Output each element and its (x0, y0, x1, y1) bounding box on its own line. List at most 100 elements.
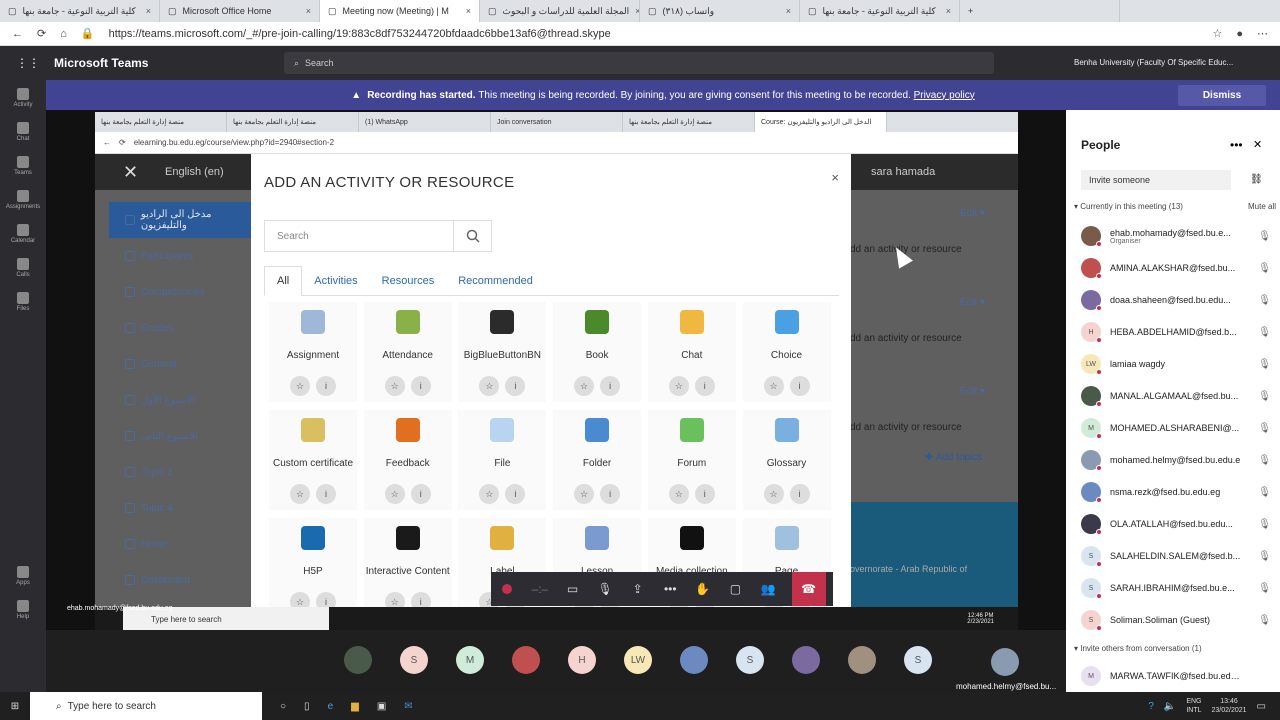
mic-off-icon[interactable]: 🎙 (1258, 327, 1271, 338)
notification-icon[interactable]: ▭ (1257, 701, 1266, 712)
edge-icon[interactable]: e (328, 701, 334, 712)
mail-icon[interactable]: ✉ (404, 701, 412, 712)
app-grid-icon[interactable]: ⋮⋮ (16, 56, 40, 70)
mic-off-icon[interactable]: 🎙 (1258, 359, 1271, 370)
volume-icon[interactable]: 🔈 (1164, 701, 1176, 712)
participant-row[interactable]: M MARWA.TAWFIK@fsed.bu.edu.eg (1081, 660, 1271, 692)
rail-item-files[interactable]: Files (17, 292, 29, 312)
browser-tab[interactable]: ▢ (٣١٨) واتساب × (640, 0, 800, 22)
store-icon[interactable]: ▣ (377, 701, 386, 712)
back-icon[interactable]: ← (12, 28, 23, 40)
privacy-link[interactable]: Privacy policy (914, 90, 975, 101)
star-icon[interactable]: ☆ (1212, 27, 1222, 40)
video-gallery: mohamed.helmy@fsed.bu... S M H LW S S (46, 630, 1066, 692)
close-icon[interactable]: × (786, 6, 791, 16)
home-icon[interactable]: ⌂ (60, 28, 67, 40)
mic-off-icon[interactable]: 🎙 (1258, 455, 1271, 466)
task-view-icon[interactable]: ▯ (304, 701, 310, 712)
lang-indicator[interactable]: ENG INTL (1186, 697, 1201, 715)
profile-icon[interactable]: ● (1236, 28, 1243, 40)
participant-row[interactable]: MANAL.ALGAMAAL@fsed.bu... 🎙 (1081, 380, 1271, 412)
participant-row[interactable]: nsma.rezk@fsed.bu.edu.eg 🎙 (1081, 476, 1271, 508)
close-icon[interactable]: × (146, 6, 151, 16)
reload-icon[interactable]: ⟳ (37, 27, 46, 40)
mic-off-icon[interactable]: 🎙 (1258, 423, 1271, 434)
mic-off-icon[interactable]: 🎙 (1258, 231, 1271, 242)
menu-icon[interactable]: ⋯ (1257, 27, 1268, 40)
raise-hand-icon[interactable]: ✋ (694, 582, 712, 596)
participant-row[interactable]: S SARAH.IBRAHIM@fsed.bu.e... 🎙 (1081, 572, 1271, 604)
mic-off-icon[interactable]: 🎙 (1258, 551, 1271, 562)
rail-item-calls[interactable]: Calls (16, 258, 30, 278)
windows-start-icon[interactable]: ⊞ (0, 701, 30, 712)
invite-input[interactable]: Invite someone (1081, 170, 1231, 190)
participant-row[interactable]: H HEBA.ABDELHAMID@fsed.b... 🎙 (1081, 316, 1271, 348)
cortana-icon[interactable]: ○ (280, 701, 286, 712)
activity-actions: ☆i (763, 484, 810, 504)
participant-row[interactable]: mohamed.helmy@fsed.bu.edu.eg 🎙 (1081, 444, 1271, 476)
link-icon[interactable]: ⛓ (1250, 174, 1263, 185)
rail-item-chat[interactable]: Chat (17, 122, 29, 142)
moodle-nav-label: Grades (141, 322, 174, 334)
participant-row[interactable]: AMINA.ALAKSHAR@fsed.bu... 🎙 (1081, 252, 1271, 284)
share-icon[interactable]: ⇪ (629, 582, 647, 596)
org-name[interactable]: Benha University (Faculty Of Specific Ed… (1074, 58, 1233, 67)
rail-item-apps[interactable]: Apps (16, 566, 30, 586)
participant-row[interactable]: S SALAHELDIN.SALEM@fsed.b... 🎙 (1081, 540, 1271, 572)
search-input[interactable]: ⌕ Search (284, 52, 994, 74)
activity-item: File ☆ i (458, 410, 547, 510)
rail-item-calendar[interactable]: Calendar (11, 224, 35, 244)
dismiss-button[interactable]: Dismiss (1178, 85, 1266, 106)
status-dot (1096, 273, 1102, 279)
rail-item-help[interactable]: Help (17, 600, 29, 620)
participants-icon[interactable]: 👥 (759, 582, 777, 596)
browser-tab[interactable]: ▢ كلية التربية النوعية - جامعة بنها × (0, 0, 160, 22)
chat-icon[interactable]: ▢ (726, 582, 744, 596)
language-menu: English (en) (165, 166, 224, 178)
mic-off-icon[interactable]: 🎙 (1258, 391, 1271, 402)
browser-tab[interactable]: ▢ Meeting now (Meeting) | M × (320, 0, 480, 22)
current-header[interactable]: ▾ Currently in this meeting (13) (1074, 202, 1183, 211)
close-icon[interactable]: × (306, 6, 311, 16)
hang-up-button[interactable]: ☎ (791, 572, 826, 606)
participant-row[interactable]: OLA.ATALLAH@fsed.bu.edu... 🎙 (1081, 508, 1271, 540)
participant-row[interactable]: LW lamiaa wagdy 🎙 (1081, 348, 1271, 380)
shared-browser-tab: منصة إدارة التعلم بجامعة بنها (95, 112, 227, 132)
calendar-icon (16, 224, 29, 236)
participant-name: MOHAMED.ALSHARABENI@... (1110, 423, 1240, 433)
more-options-icon[interactable]: ••• (1230, 138, 1243, 152)
mic-off-icon[interactable]: 🎙 (1258, 263, 1271, 274)
mic-off-icon[interactable]: 🎙 (1258, 487, 1271, 498)
mic-off-icon[interactable]: 🎙 (596, 582, 614, 596)
star-icon: ☆ (668, 376, 689, 396)
mic-off-icon[interactable]: 🎙 (1258, 295, 1271, 306)
participant-row[interactable]: ehab.mohamady@fsed.bu.e... Organiser 🎙 (1081, 220, 1271, 252)
moodle-nav-item: Participants (109, 238, 259, 274)
clock[interactable]: 13:46 23/02/2021 (1212, 697, 1247, 715)
browser-tab[interactable]: ▢ كلية التربية النوعية - جامعة بنها × (800, 0, 960, 22)
new-tab-button[interactable]: + (960, 0, 1120, 22)
participant-row[interactable]: M MOHAMED.ALSHARABENI@... 🎙 (1081, 412, 1271, 444)
others-header[interactable]: ▾ Invite others from conversation (1) (1074, 644, 1202, 653)
more-icon[interactable]: ••• (661, 582, 679, 596)
close-icon[interactable]: × (466, 6, 471, 16)
url-field[interactable]: https://teams.microsoft.com/_#/pre-join-… (109, 28, 1199, 40)
mic-off-icon[interactable]: 🎙 (1258, 615, 1271, 626)
help-icon[interactable]: ? (1148, 701, 1154, 712)
browser-tab[interactable]: ▢ Microsoft Office Home × (160, 0, 320, 22)
close-icon[interactable]: × (946, 6, 951, 16)
mic-off-icon[interactable]: 🎙 (1258, 583, 1271, 594)
explorer-icon[interactable]: ▆ (351, 701, 359, 712)
rail-item-activity[interactable]: Activity (13, 88, 33, 108)
rail-item-teams[interactable]: Teams (14, 156, 32, 176)
close-icon[interactable]: ✕ (1253, 138, 1262, 151)
camera-off-icon[interactable]: ▭ (563, 582, 581, 596)
taskbar-search[interactable]: ⌕ Type here to search (30, 692, 262, 720)
mute-all-button[interactable]: Mute all (1248, 202, 1276, 211)
participant-row[interactable]: S Soliman.Soliman (Guest) 🎙 (1081, 604, 1271, 636)
avatar: M (1081, 666, 1101, 686)
participant-row[interactable]: doaa.shaheen@fsed.bu.edu... 🎙 (1081, 284, 1271, 316)
mic-off-icon[interactable]: 🎙 (1258, 519, 1271, 530)
rail-item-assignments[interactable]: Assignments (6, 190, 40, 210)
browser-tab[interactable]: ▢ المجلة العلمية للدراسات و البحوث × (480, 0, 640, 22)
